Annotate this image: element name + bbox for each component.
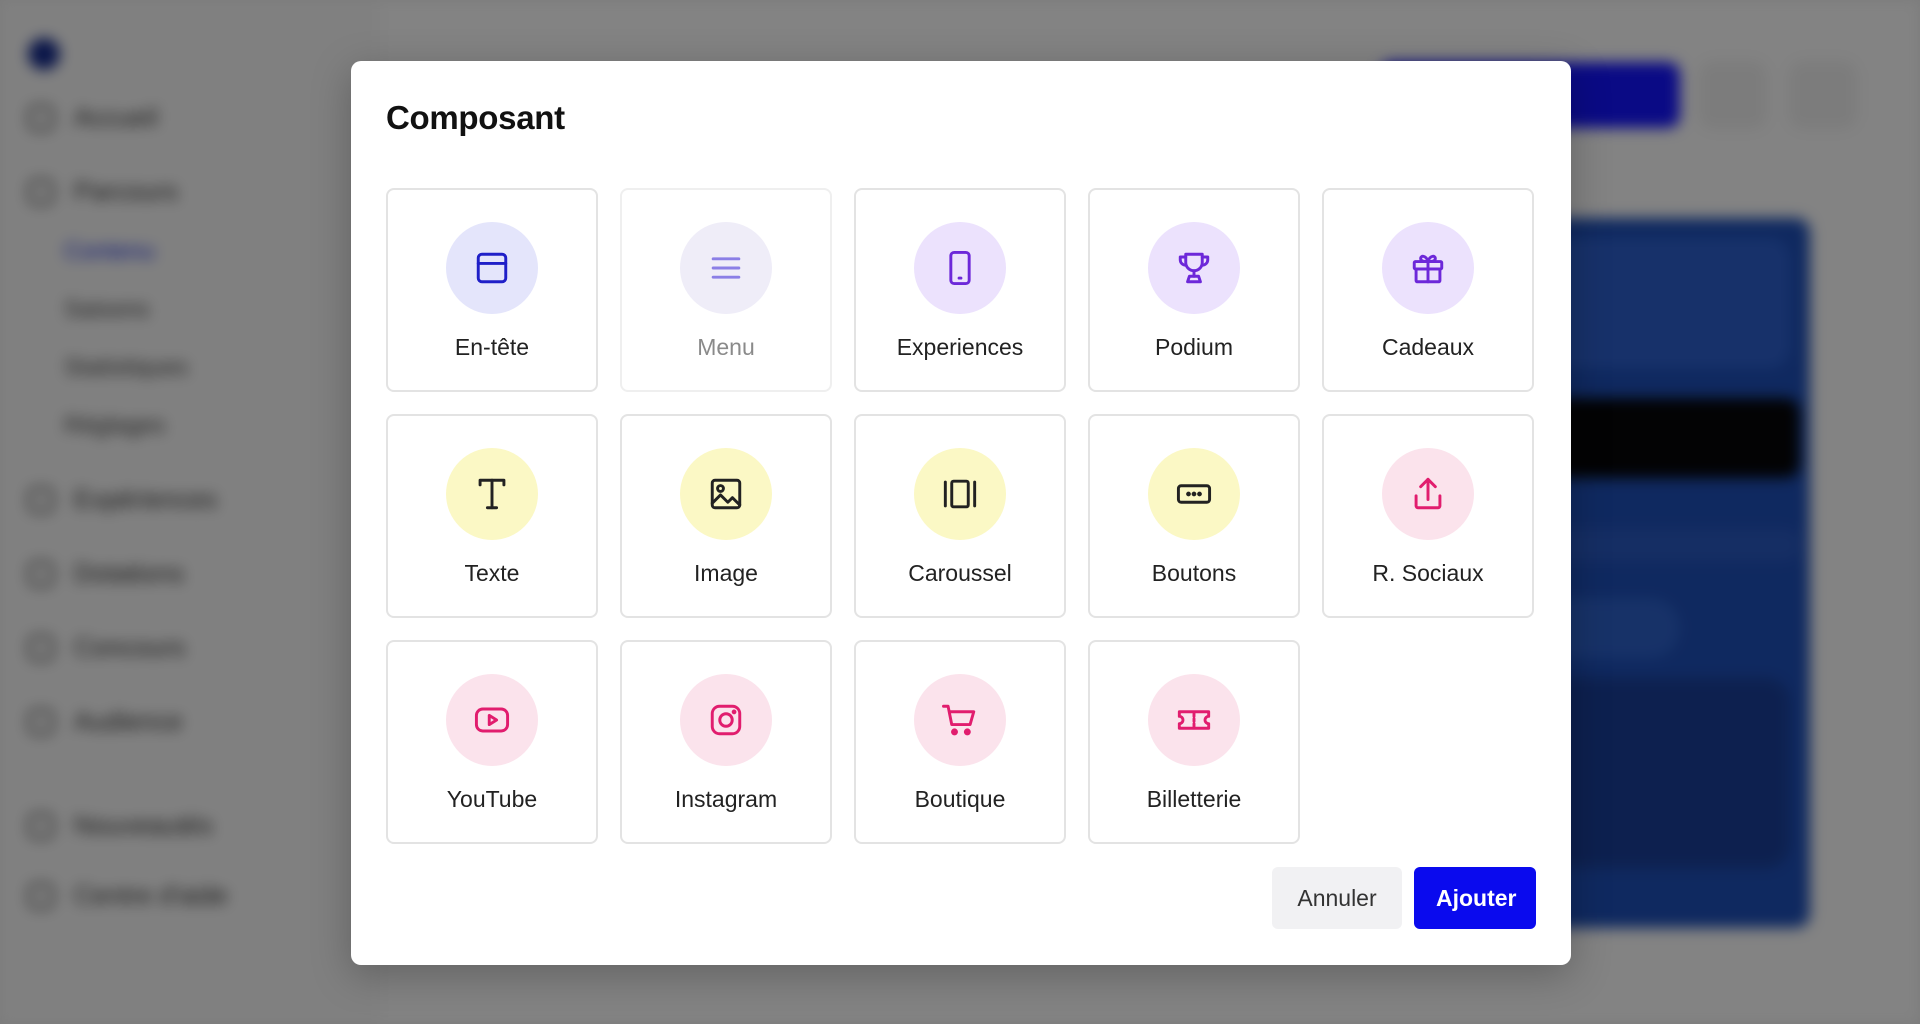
component-tile-podium[interactable]: Podium bbox=[1088, 188, 1300, 392]
component-label: R. Sociaux bbox=[1372, 560, 1484, 586]
component-label: Image bbox=[694, 560, 758, 586]
component-grid: En-tête Menu Experiences Podium Cadeaux … bbox=[386, 188, 1534, 844]
component-tile-boutons[interactable]: Boutons bbox=[1088, 414, 1300, 618]
component-tile-youtube[interactable]: YouTube bbox=[386, 640, 598, 844]
gift-icon bbox=[1412, 254, 1444, 284]
component-label: Podium bbox=[1155, 334, 1233, 360]
ticket-icon bbox=[1177, 710, 1211, 730]
component-label: Texte bbox=[464, 560, 520, 586]
header-icon bbox=[476, 252, 508, 284]
trophy-icon bbox=[1178, 252, 1210, 284]
cancel-button[interactable]: Annuler bbox=[1272, 867, 1402, 929]
component-modal: Composant En-tête Menu Experiences Podiu… bbox=[351, 61, 1571, 965]
component-tile-experiences[interactable]: Experiences bbox=[854, 188, 1066, 392]
cart-icon bbox=[942, 704, 976, 736]
component-tile-image[interactable]: Image bbox=[620, 414, 832, 618]
component-label: En-tête bbox=[454, 334, 530, 360]
modal-footer: Annuler Ajouter bbox=[1272, 867, 1536, 929]
youtube-icon bbox=[474, 707, 510, 733]
component-tile-billetterie[interactable]: Billetterie bbox=[1088, 640, 1300, 844]
instagram-icon bbox=[710, 704, 742, 736]
modal-title: Composant bbox=[386, 99, 565, 136]
button-icon bbox=[1176, 484, 1212, 504]
component-tile-en-tete[interactable]: En-tête bbox=[386, 188, 598, 392]
component-label: YouTube bbox=[446, 786, 538, 812]
image-icon bbox=[710, 478, 742, 510]
component-label: Caroussel bbox=[908, 560, 1012, 586]
share-icon bbox=[1414, 477, 1442, 510]
component-label: Cadeaux bbox=[1381, 334, 1475, 360]
component-label: Instagram bbox=[674, 786, 778, 812]
carousel-icon bbox=[943, 479, 977, 509]
component-tile-instagram[interactable]: Instagram bbox=[620, 640, 832, 844]
component-tile-boutique[interactable]: Boutique bbox=[854, 640, 1066, 844]
tablet-icon bbox=[949, 250, 971, 286]
component-tile-caroussel[interactable]: Caroussel bbox=[854, 414, 1066, 618]
component-tile-texte[interactable]: Texte bbox=[386, 414, 598, 618]
text-icon bbox=[478, 478, 506, 510]
component-label: Boutons bbox=[1151, 560, 1237, 586]
add-button[interactable]: Ajouter bbox=[1414, 867, 1536, 929]
component-label: Experiences bbox=[896, 334, 1024, 360]
component-label: Boutique bbox=[914, 786, 1006, 812]
component-tile-menu[interactable]: Menu bbox=[620, 188, 832, 392]
component-label: Billetterie bbox=[1146, 786, 1242, 812]
component-tile-cadeaux[interactable]: Cadeaux bbox=[1322, 188, 1534, 392]
component-tile-r-sociaux[interactable]: R. Sociaux bbox=[1322, 414, 1534, 618]
menu-icon bbox=[711, 257, 741, 279]
component-label: Menu bbox=[697, 334, 755, 360]
